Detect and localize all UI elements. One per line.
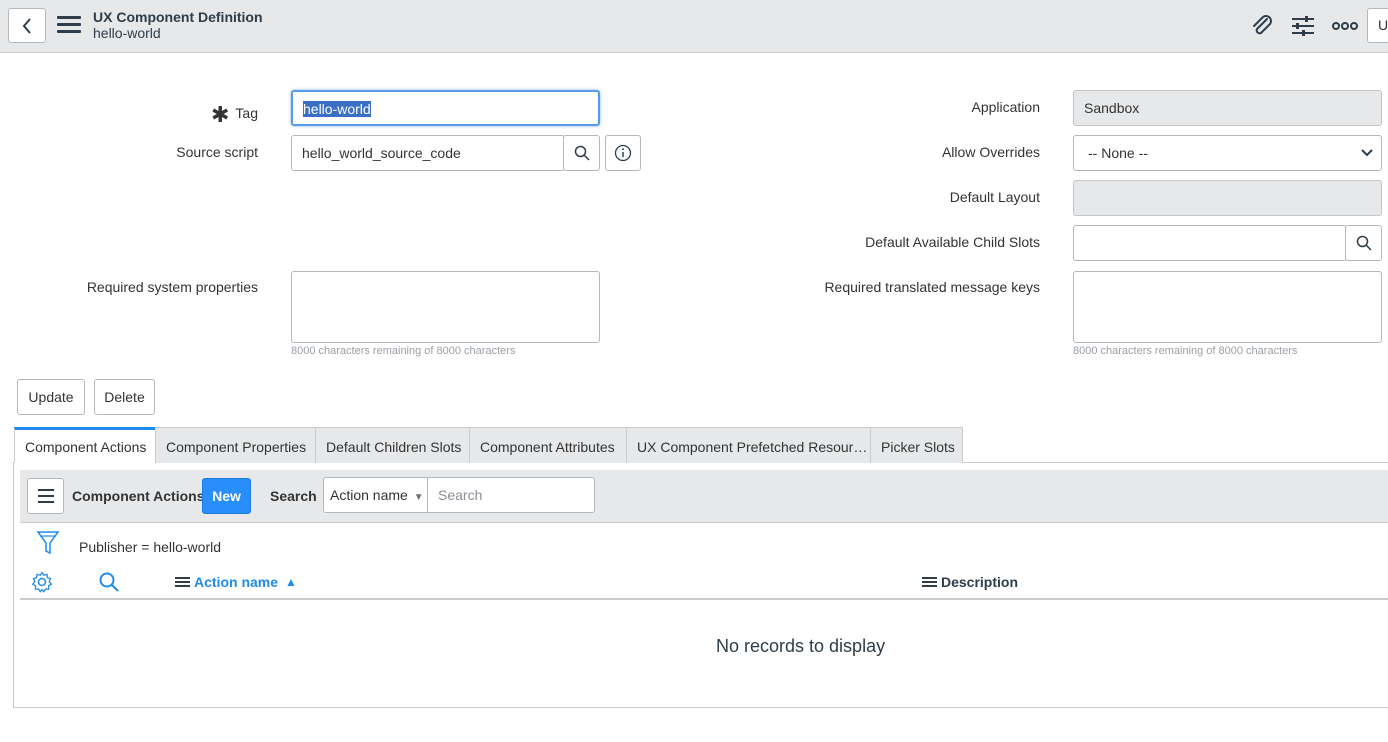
tag-value: hello-world	[303, 101, 371, 117]
required-translated-message-keys-textarea[interactable]	[1073, 271, 1382, 343]
allow-overrides-label: Allow Overrides	[941, 144, 1040, 160]
column-header-divider	[20, 598, 1388, 600]
tab-picker-slots[interactable]: Picker Slots	[870, 427, 963, 463]
required-translated-message-keys-hint: 8000 characters remaining of 8000 charac…	[1073, 345, 1298, 357]
source-script-lookup-button[interactable]	[563, 135, 600, 171]
column-label-description: Description	[941, 574, 1019, 590]
search-field-value: Action name	[330, 487, 408, 503]
list-title: Component Actions	[72, 488, 205, 504]
search-label: Search	[270, 488, 317, 504]
delete-button[interactable]: Delete	[94, 379, 155, 415]
tag-label-row: ✱ Tag	[150, 98, 258, 127]
sort-ascending-icon: ▲	[285, 575, 297, 589]
caret-down-icon: ▼	[413, 492, 424, 503]
required-system-properties-hint: 8000 characters remaining of 8000 charac…	[291, 345, 516, 357]
paperclip-icon[interactable]	[1248, 12, 1276, 40]
default-available-child-slots-label: Default Available Child Slots	[865, 234, 1040, 250]
sliders-icon[interactable]	[1289, 12, 1317, 40]
page-title: UX Component Definition	[93, 9, 263, 25]
tab-component-attributes[interactable]: Component Attributes	[469, 427, 627, 463]
back-button[interactable]	[8, 8, 46, 43]
header-action-button[interactable]: U	[1367, 8, 1388, 43]
required-icon: ✱	[210, 102, 230, 127]
new-button[interactable]: New	[202, 478, 251, 514]
default-available-child-slots-input[interactable]	[1073, 225, 1347, 261]
list-menu-button[interactable]	[27, 478, 64, 514]
source-script-label: Source script	[176, 144, 258, 160]
default-layout-label: Default Layout	[949, 189, 1040, 205]
list-search-input[interactable]: Search	[427, 477, 595, 513]
list-settings-gear-icon[interactable]	[31, 571, 53, 596]
empty-state-message: No records to display	[716, 636, 886, 656]
form-header: UX Component Definition hello-world U	[0, 0, 1388, 53]
child-slots-lookup-button[interactable]	[1345, 225, 1382, 261]
required-translated-message-keys-label: Required translated message keys	[824, 279, 1040, 295]
column-label-action-name: Action name	[194, 574, 279, 590]
required-system-properties-textarea[interactable]	[291, 271, 600, 343]
info-icon	[614, 144, 632, 162]
chevron-down-icon	[1361, 149, 1373, 157]
allow-overrides-select[interactable]: -- None --	[1073, 135, 1382, 171]
allow-overrides-value: -- None --	[1088, 145, 1148, 161]
source-script-info-button[interactable]	[605, 135, 641, 171]
tab-component-properties[interactable]: Component Properties	[155, 427, 316, 463]
tag-label: Tag	[235, 105, 258, 121]
tab-default-children-slots[interactable]: Default Children Slots	[315, 427, 470, 463]
column-header-description[interactable]: Description	[922, 574, 1018, 590]
related-list-tabs: Component Actions Component Properties D…	[14, 427, 963, 463]
update-button[interactable]: Update	[17, 379, 85, 415]
search-field-select[interactable]: Action name ▼	[323, 477, 428, 513]
filter-icon[interactable]	[36, 530, 60, 559]
title-block: UX Component Definition hello-world	[93, 9, 263, 41]
filter-breadcrumb[interactable]: Publisher = hello-world	[79, 539, 221, 555]
menu-icon[interactable]	[57, 16, 81, 36]
page-subtitle: hello-world	[93, 25, 161, 41]
column-header-action-name[interactable]: Action name ▲	[175, 574, 297, 590]
search-icon	[574, 145, 590, 161]
tag-input[interactable]: hello-world	[291, 90, 600, 126]
back-icon	[22, 17, 31, 34]
search-icon	[1356, 235, 1372, 251]
tab-ux-component-prefetched-resources[interactable]: UX Component Prefetched Resour…	[626, 427, 871, 463]
search-icon[interactable]	[98, 571, 120, 596]
application-label: Application	[971, 99, 1041, 115]
default-layout-field	[1073, 180, 1382, 216]
tab-component-actions[interactable]: Component Actions	[14, 427, 156, 463]
column-menu-icon[interactable]	[175, 575, 190, 589]
required-system-properties-label: Required system properties	[86, 279, 258, 295]
application-field: Sandbox	[1073, 90, 1382, 126]
more-icon[interactable]	[1331, 12, 1359, 40]
source-script-input[interactable]: hello_world_source_code	[291, 135, 565, 171]
column-menu-icon[interactable]	[922, 575, 937, 589]
